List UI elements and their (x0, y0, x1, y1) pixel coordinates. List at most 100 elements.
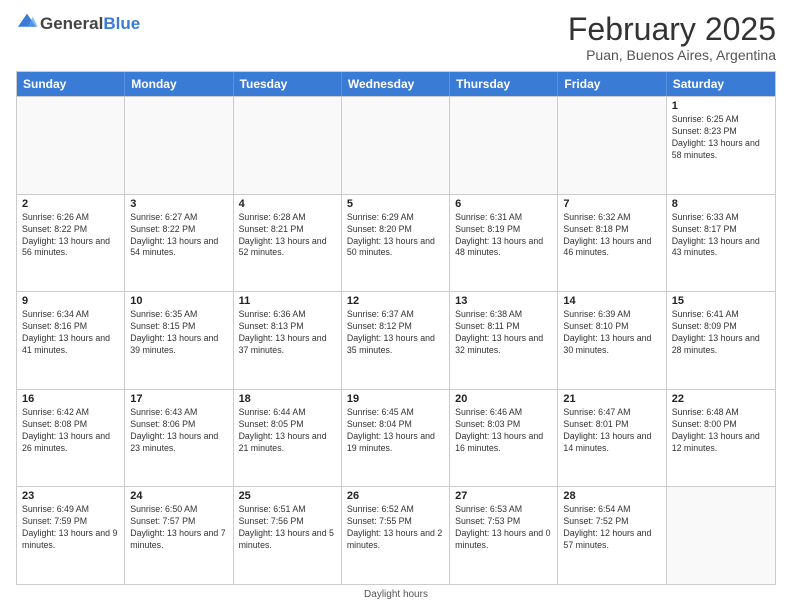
day-cell-21: 21 Sunrise: 6:47 AM Sunset: 8:01 PM Dayli… (558, 390, 666, 487)
day-number: 5 (347, 198, 444, 210)
day-info: Sunrise: 6:46 AM Sunset: 8:03 PM Dayligh… (455, 407, 552, 455)
day-number: 10 (130, 295, 227, 307)
logo-icon (16, 12, 38, 30)
day-info: Sunrise: 6:51 AM Sunset: 7:56 PM Dayligh… (239, 504, 336, 552)
calendar-body: 1 Sunrise: 6:25 AM Sunset: 8:23 PM Daylig… (17, 96, 775, 584)
day-info: Sunrise: 6:26 AM Sunset: 8:22 PM Dayligh… (22, 212, 119, 260)
day-number: 15 (672, 295, 770, 307)
day-cell-20: 20 Sunrise: 6:46 AM Sunset: 8:03 PM Dayli… (450, 390, 558, 487)
day-of-week-friday: Friday (558, 72, 666, 96)
day-info: Sunrise: 6:52 AM Sunset: 7:55 PM Dayligh… (347, 504, 444, 552)
day-info: Sunrise: 6:49 AM Sunset: 7:59 PM Dayligh… (22, 504, 119, 552)
day-cell-11: 11 Sunrise: 6:36 AM Sunset: 8:13 PM Dayli… (234, 292, 342, 389)
day-cell-12: 12Sunrise: 6:37 AM Sunset: 8:12 PM Dayli… (342, 292, 450, 389)
day-cell-2: 2 Sunrise: 6:26 AM Sunset: 8:22 PM Daylig… (17, 195, 125, 292)
day-info: Sunrise: 6:43 AM Sunset: 8:06 PM Dayligh… (130, 407, 227, 455)
day-cell-16: 16Sunrise: 6:42 AM Sunset: 8:08 PM Dayli… (17, 390, 125, 487)
day-of-week-monday: Monday (125, 72, 233, 96)
day-info: Sunrise: 6:54 AM Sunset: 7:52 PM Dayligh… (563, 504, 660, 552)
day-of-week-sunday: Sunday (17, 72, 125, 96)
day-number: 2 (22, 198, 119, 210)
day-info: Sunrise: 6:38 AM Sunset: 8:11 PM Dayligh… (455, 309, 552, 357)
week-row-4: 16Sunrise: 6:42 AM Sunset: 8:08 PM Dayli… (17, 389, 775, 487)
day-info: Sunrise: 6:31 AM Sunset: 8:19 PM Dayligh… (455, 212, 552, 260)
day-cell-25: 25 Sunrise: 6:51 AM Sunset: 7:56 PM Dayli… (234, 487, 342, 584)
day-number: 7 (563, 198, 660, 210)
day-number: 12 (347, 295, 444, 307)
week-row-1: 1 Sunrise: 6:25 AM Sunset: 8:23 PM Daylig… (17, 96, 775, 194)
day-cell-5: 5Sunrise: 6:29 AM Sunset: 8:20 PM Daylig… (342, 195, 450, 292)
logo-blue: Blue (103, 14, 140, 33)
calendar: SundayMondayTuesdayWednesdayThursdayFrid… (16, 71, 776, 585)
day-info: Sunrise: 6:35 AM Sunset: 8:15 PM Dayligh… (130, 309, 227, 357)
day-cell-22: 22 Sunrise: 6:48 AM Sunset: 8:00 PM Dayli… (667, 390, 775, 487)
day-cell-14: 14Sunrise: 6:39 AM Sunset: 8:10 PM Dayli… (558, 292, 666, 389)
day-cell-27: 27 Sunrise: 6:53 AM Sunset: 7:53 PM Dayli… (450, 487, 558, 584)
day-number: 9 (22, 295, 119, 307)
subtitle: Puan, Buenos Aires, Argentina (568, 47, 776, 63)
day-number: 24 (130, 490, 227, 502)
day-number: 23 (22, 490, 119, 502)
calendar-header: SundayMondayTuesdayWednesdayThursdayFrid… (17, 72, 775, 96)
day-cell-15: 15 Sunrise: 6:41 AM Sunset: 8:09 PM Dayli… (667, 292, 775, 389)
day-info: Sunrise: 6:50 AM Sunset: 7:57 PM Dayligh… (130, 504, 227, 552)
day-cell-18: 18Sunrise: 6:44 AM Sunset: 8:05 PM Dayli… (234, 390, 342, 487)
day-info: Sunrise: 6:48 AM Sunset: 8:00 PM Dayligh… (672, 407, 770, 455)
logo-text: GeneralBlue (40, 14, 140, 34)
day-number: 27 (455, 490, 552, 502)
day-cell-24: 24 Sunrise: 6:50 AM Sunset: 7:57 PM Dayli… (125, 487, 233, 584)
day-of-week-tuesday: Tuesday (234, 72, 342, 96)
day-number: 3 (130, 198, 227, 210)
week-row-3: 9 Sunrise: 6:34 AM Sunset: 8:16 PM Daylig… (17, 291, 775, 389)
day-of-week-saturday: Saturday (667, 72, 775, 96)
empty-cell (234, 97, 342, 194)
day-cell-3: 3 Sunrise: 6:27 AM Sunset: 8:22 PM Daylig… (125, 195, 233, 292)
day-info: Sunrise: 6:25 AM Sunset: 8:23 PM Dayligh… (672, 114, 770, 162)
day-info: Sunrise: 6:45 AM Sunset: 8:04 PM Dayligh… (347, 407, 444, 455)
day-cell-23: 23 Sunrise: 6:49 AM Sunset: 7:59 PM Dayli… (17, 487, 125, 584)
day-number: 19 (347, 393, 444, 405)
header: GeneralBlue February 2025 Puan, Buenos A… (16, 12, 776, 63)
day-cell-19: 19 Sunrise: 6:45 AM Sunset: 8:04 PM Dayli… (342, 390, 450, 487)
empty-cell (667, 487, 775, 584)
day-cell-10: 10 Sunrise: 6:35 AM Sunset: 8:15 PM Dayli… (125, 292, 233, 389)
day-info: Sunrise: 6:47 AM Sunset: 8:01 PM Dayligh… (563, 407, 660, 455)
day-number: 26 (347, 490, 444, 502)
day-info: Sunrise: 6:27 AM Sunset: 8:22 PM Dayligh… (130, 212, 227, 260)
day-info: Sunrise: 6:36 AM Sunset: 8:13 PM Dayligh… (239, 309, 336, 357)
day-cell-8: 8Sunrise: 6:33 AM Sunset: 8:17 PM Daylig… (667, 195, 775, 292)
day-info: Sunrise: 6:41 AM Sunset: 8:09 PM Dayligh… (672, 309, 770, 357)
day-cell-1: 1 Sunrise: 6:25 AM Sunset: 8:23 PM Daylig… (667, 97, 775, 194)
day-number: 13 (455, 295, 552, 307)
day-info: Sunrise: 6:53 AM Sunset: 7:53 PM Dayligh… (455, 504, 552, 552)
empty-cell (558, 97, 666, 194)
day-number: 11 (239, 295, 336, 307)
day-number: 1 (672, 100, 770, 112)
week-row-2: 2 Sunrise: 6:26 AM Sunset: 8:22 PM Daylig… (17, 194, 775, 292)
day-info: Sunrise: 6:42 AM Sunset: 8:08 PM Dayligh… (22, 407, 119, 455)
day-cell-17: 17 Sunrise: 6:43 AM Sunset: 8:06 PM Dayli… (125, 390, 233, 487)
day-number: 21 (563, 393, 660, 405)
day-info: Sunrise: 6:28 AM Sunset: 8:21 PM Dayligh… (239, 212, 336, 260)
day-cell-26: 26 Sunrise: 6:52 AM Sunset: 7:55 PM Dayli… (342, 487, 450, 584)
week-row-5: 23 Sunrise: 6:49 AM Sunset: 7:59 PM Dayli… (17, 486, 775, 584)
day-number: 17 (130, 393, 227, 405)
footer-note: Daylight hours (16, 589, 776, 600)
logo-general: General (40, 14, 103, 33)
day-cell-4: 4Sunrise: 6:28 AM Sunset: 8:21 PM Daylig… (234, 195, 342, 292)
day-info: Sunrise: 6:34 AM Sunset: 8:16 PM Dayligh… (22, 309, 119, 357)
title-block: February 2025 Puan, Buenos Aires, Argent… (568, 12, 776, 63)
day-number: 18 (239, 393, 336, 405)
day-number: 20 (455, 393, 552, 405)
empty-cell (342, 97, 450, 194)
day-of-week-wednesday: Wednesday (342, 72, 450, 96)
day-info: Sunrise: 6:32 AM Sunset: 8:18 PM Dayligh… (563, 212, 660, 260)
page: GeneralBlue February 2025 Puan, Buenos A… (0, 0, 792, 612)
day-number: 14 (563, 295, 660, 307)
day-cell-7: 7 Sunrise: 6:32 AM Sunset: 8:18 PM Daylig… (558, 195, 666, 292)
day-info: Sunrise: 6:33 AM Sunset: 8:17 PM Dayligh… (672, 212, 770, 260)
day-number: 25 (239, 490, 336, 502)
day-number: 22 (672, 393, 770, 405)
day-cell-28: 28Sunrise: 6:54 AM Sunset: 7:52 PM Dayli… (558, 487, 666, 584)
empty-cell (450, 97, 558, 194)
